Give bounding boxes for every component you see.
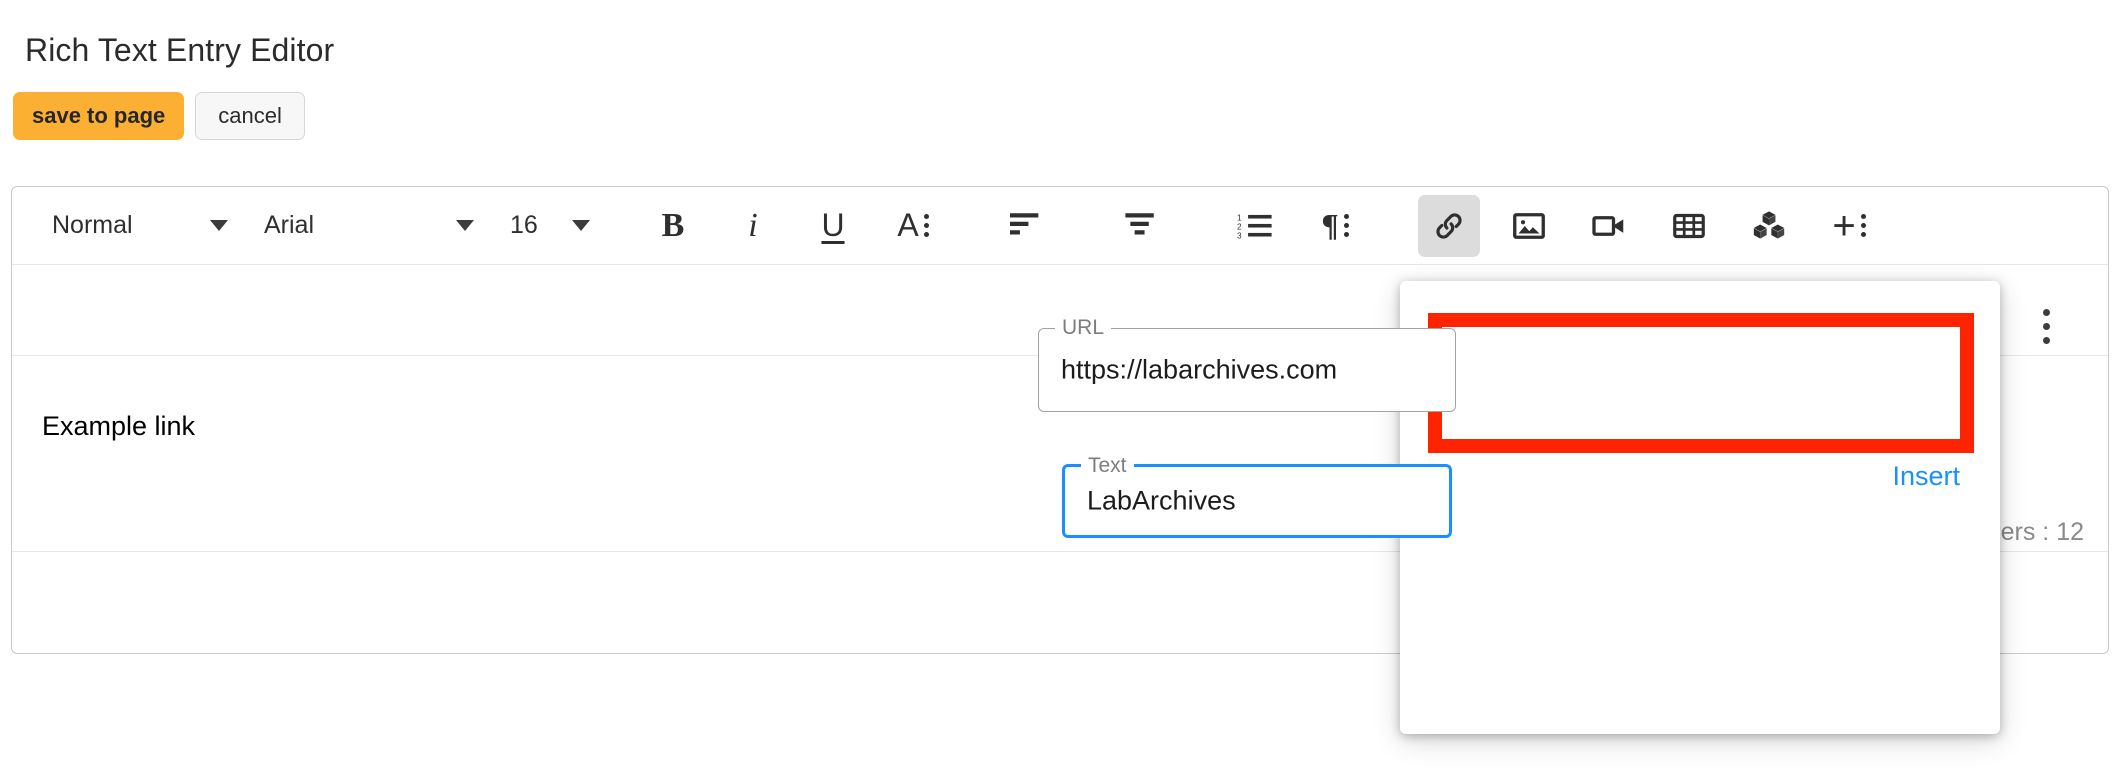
save-to-page-button[interactable]: save to page [13, 92, 185, 140]
url-input-value[interactable]: https://labarchives.com [1061, 355, 1337, 386]
link-icon [1436, 212, 1462, 239]
insert-image-button[interactable] [1498, 195, 1560, 257]
paragraph-icon: ¶ [1321, 207, 1349, 244]
align-center-button[interactable] [1110, 195, 1172, 257]
insert-molecule-button[interactable] [1738, 195, 1800, 257]
text-field-label: Text [1081, 454, 1134, 478]
page-title: Rich Text Entry Editor [25, 32, 335, 68]
editor-toolbar: Normal Arial 16 B i U A 1 2 3 ¶ + [12, 187, 2108, 265]
character-count-label: ers : 12 [2000, 518, 2084, 546]
svg-text:3: 3 [1237, 230, 1242, 240]
row-options-kebab-button[interactable] [2043, 309, 2050, 344]
chevron-down-icon [210, 220, 228, 231]
italic-icon: i [748, 206, 758, 244]
underline-button[interactable]: U [802, 195, 864, 257]
kebab-dots-icon [1343, 214, 1349, 237]
url-field-annotation-highlight [1428, 313, 1974, 453]
image-icon [1513, 212, 1545, 239]
block-format-label: Normal [52, 211, 133, 239]
kebab-dots-icon [923, 214, 929, 237]
table-icon [1673, 213, 1705, 238]
url-field-label: URL [1055, 316, 1112, 340]
align-center-icon [1125, 212, 1154, 234]
text-style-menu-button[interactable]: A [882, 195, 944, 257]
action-bar: save to page cancel [13, 92, 305, 140]
bold-icon: B [661, 206, 685, 244]
plus-more-icon: + [1832, 203, 1866, 248]
pilcrow-icon: ¶ [1321, 207, 1339, 243]
cancel-button[interactable]: cancel [195, 92, 305, 140]
insert-link-button[interactable] [1418, 194, 1480, 257]
font-size-dropdown[interactable]: 16 [510, 211, 590, 240]
block-format-dropdown[interactable]: Normal [52, 211, 242, 240]
chevron-down-icon [456, 220, 474, 231]
insert-link-button-confirm[interactable]: Insert [1886, 457, 1966, 496]
font-family-dropdown[interactable]: Arial [264, 211, 488, 240]
align-left-icon [1010, 212, 1039, 234]
text-style-icon: A [897, 207, 929, 244]
insert-table-button[interactable] [1658, 195, 1720, 257]
plus-icon: + [1832, 203, 1856, 248]
insert-link-popup: Insert [1400, 281, 2000, 734]
text-input-value[interactable]: LabArchives [1087, 486, 1236, 517]
text-input-field[interactable]: Text LabArchives [1062, 454, 1452, 538]
video-icon [1592, 215, 1624, 236]
font-size-label: 16 [510, 211, 538, 239]
underline-icon: U [821, 207, 845, 243]
editor-paragraph[interactable]: Example link [42, 411, 195, 442]
text-style-letter: A [897, 207, 919, 243]
bold-button[interactable]: B [642, 195, 704, 257]
italic-button[interactable]: i [722, 195, 784, 257]
align-left-button[interactable] [996, 195, 1058, 257]
font-family-label: Arial [264, 211, 315, 239]
cubes-icon [1753, 210, 1785, 239]
ordered-list-button[interactable]: 1 2 3 [1224, 195, 1286, 257]
kebab-dots-icon [1860, 214, 1866, 237]
chevron-down-icon [572, 220, 590, 231]
url-input-field[interactable]: URL https://labarchives.com [1038, 316, 1456, 412]
insert-video-button[interactable] [1578, 195, 1640, 257]
paragraph-menu-button[interactable]: ¶ [1304, 195, 1366, 257]
insert-more-menu-button[interactable]: + [1818, 195, 1880, 257]
ordered-list-icon: 1 2 3 [1237, 212, 1272, 240]
